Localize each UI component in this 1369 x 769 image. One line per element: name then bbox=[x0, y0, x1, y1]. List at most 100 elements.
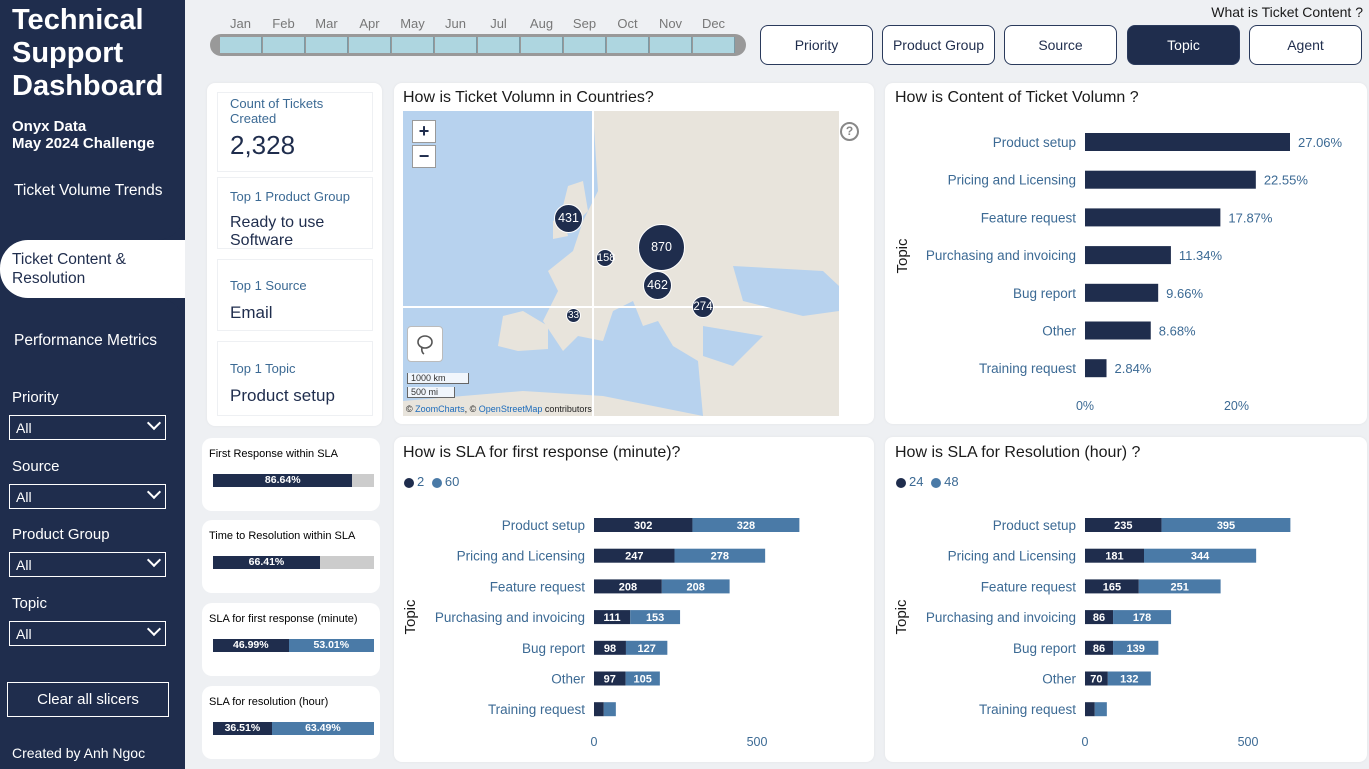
sla-bar-segment: 66.41% bbox=[213, 556, 320, 569]
kpi-label: Count of Tickets Created bbox=[230, 96, 324, 126]
month-cell[interactable] bbox=[435, 37, 477, 53]
priority-slicer[interactable]: All bbox=[9, 415, 166, 440]
attribution-text: , © bbox=[464, 404, 479, 414]
clear-slicers-button[interactable]: Clear all slicers bbox=[7, 682, 169, 717]
month-label[interactable]: Dec bbox=[692, 16, 735, 31]
source-slicer[interactable]: All bbox=[9, 484, 166, 509]
month-label[interactable]: May bbox=[391, 16, 434, 31]
month-label[interactable]: Aug bbox=[520, 16, 563, 31]
month-cell[interactable] bbox=[478, 37, 520, 53]
month-label[interactable]: Nov bbox=[649, 16, 692, 31]
month-cell[interactable] bbox=[349, 37, 391, 53]
nav-ticket-content-resolution[interactable]: Ticket Content & Resolution bbox=[0, 240, 185, 298]
month-cell[interactable] bbox=[650, 37, 692, 53]
sla-card-resolution-hour: SLA for resolution (hour) 36.51% 63.49% bbox=[202, 686, 380, 759]
sla-card-label: SLA for first response (minute) bbox=[209, 613, 358, 625]
zoom-in-button[interactable]: + bbox=[412, 120, 436, 143]
chevron-down-icon bbox=[146, 621, 162, 637]
month-cell[interactable] bbox=[220, 37, 262, 53]
bar-segment bbox=[1094, 702, 1107, 717]
tab-source[interactable]: Source bbox=[1004, 25, 1117, 65]
lasso-select-button[interactable] bbox=[407, 326, 443, 362]
month-label[interactable]: Jan bbox=[219, 16, 262, 31]
map-bubble[interactable]: 870 bbox=[638, 224, 685, 271]
bar-segment bbox=[603, 702, 616, 717]
month-label[interactable]: Sep bbox=[563, 16, 606, 31]
data-label: 17.87% bbox=[1228, 210, 1273, 225]
data-label: 86 bbox=[1093, 612, 1105, 624]
map-bubble[interactable]: 431 bbox=[554, 204, 583, 233]
data-label: 11.34% bbox=[1179, 248, 1223, 263]
openstreetmap-link[interactable]: OpenStreetMap bbox=[479, 404, 543, 414]
tab-topic[interactable]: Topic bbox=[1127, 25, 1240, 65]
month-cell[interactable] bbox=[306, 37, 348, 53]
month-label[interactable]: Mar bbox=[305, 16, 348, 31]
data-label: 153 bbox=[646, 612, 664, 624]
category-label: Bug report bbox=[1013, 641, 1076, 656]
data-label: 395 bbox=[1217, 520, 1235, 532]
month-cell[interactable] bbox=[607, 37, 649, 53]
month-label[interactable]: Jul bbox=[477, 16, 520, 31]
sla-bar-segment: 46.99% bbox=[213, 639, 289, 652]
data-label: 251 bbox=[1171, 581, 1189, 593]
data-label: 97 bbox=[604, 674, 616, 686]
nav-label: Ticket Content & Resolution bbox=[12, 251, 127, 287]
nav-label: Performance Metrics bbox=[14, 332, 157, 349]
map-bubble[interactable]: 33 bbox=[566, 308, 581, 323]
sla-card-resolution: Time to Resolution within SLA 66.41% bbox=[202, 520, 380, 593]
month-cell[interactable] bbox=[392, 37, 434, 53]
month-cell[interactable] bbox=[693, 37, 735, 53]
category-label: Purchasing and invoicing bbox=[926, 248, 1076, 263]
zoomcharts-link[interactable]: ZoomCharts bbox=[415, 404, 465, 414]
month-label[interactable]: Feb bbox=[262, 16, 305, 31]
month-cell[interactable] bbox=[564, 37, 606, 53]
credit-text: Created by Anh Ngoc bbox=[12, 745, 146, 761]
tab-product-group[interactable]: Product Group bbox=[882, 25, 995, 65]
kpi-value: Email bbox=[230, 303, 273, 322]
month-cell[interactable] bbox=[521, 37, 563, 53]
data-label: 344 bbox=[1191, 551, 1210, 563]
legend-label: 48 bbox=[944, 474, 959, 489]
slicer-value: All bbox=[16, 420, 32, 436]
category-label: Other bbox=[551, 672, 585, 687]
tab-priority[interactable]: Priority bbox=[760, 25, 873, 65]
product-group-slicer-label: Product Group bbox=[12, 526, 110, 543]
zoom-out-button[interactable]: − bbox=[412, 145, 436, 168]
sla-bar-segment: 36.51% bbox=[213, 722, 272, 735]
product-group-slicer[interactable]: All bbox=[9, 552, 166, 577]
sla-bar-segment: 86.64% bbox=[213, 474, 353, 487]
month-label[interactable]: Jun bbox=[434, 16, 477, 31]
data-label: 181 bbox=[1105, 551, 1123, 563]
map-title: How is Ticket Volumn in Countries? bbox=[403, 89, 654, 106]
x-tick-label: 20% bbox=[1224, 399, 1249, 413]
title-line: Technical bbox=[12, 4, 144, 36]
month-label[interactable]: Apr bbox=[348, 16, 391, 31]
sla-card-label: Time to Resolution within SLA bbox=[209, 530, 356, 542]
map-bubble[interactable]: 274 bbox=[692, 296, 714, 318]
europe-map[interactable] bbox=[403, 111, 839, 416]
category-label: Other bbox=[1042, 672, 1076, 687]
bar bbox=[1085, 133, 1290, 151]
category-label: Feature request bbox=[490, 579, 586, 594]
subtitle-line: May 2024 Challenge bbox=[12, 135, 155, 152]
sla-bar: 46.99% 53.01% bbox=[213, 639, 374, 652]
nav-ticket-volume-trends[interactable]: Ticket Volume Trends bbox=[0, 170, 185, 240]
category-label: Feature request bbox=[981, 210, 1077, 225]
data-label: 302 bbox=[634, 520, 652, 532]
month-cell[interactable] bbox=[263, 37, 305, 53]
map-scale-km: 1000 km bbox=[407, 373, 469, 384]
map-bubble[interactable]: 158 bbox=[596, 249, 615, 267]
help-icon[interactable]: ? bbox=[840, 122, 859, 141]
page-question: What is Ticket Content ? bbox=[1211, 4, 1363, 20]
tab-agent[interactable]: Agent bbox=[1249, 25, 1362, 65]
kpi-value: Product setup bbox=[230, 386, 335, 405]
y-axis-label: Topic bbox=[894, 238, 911, 274]
bar-segment bbox=[1085, 702, 1095, 717]
data-label: 235 bbox=[1114, 520, 1132, 532]
nav-performance-metrics[interactable]: Performance Metrics bbox=[0, 298, 185, 368]
nav-label: Ticket Volume Trends bbox=[14, 182, 163, 199]
legend-label: 24 bbox=[909, 474, 924, 489]
month-label[interactable]: Oct bbox=[606, 16, 649, 31]
topic-slicer[interactable]: All bbox=[9, 621, 166, 646]
map-bubble[interactable]: 462 bbox=[643, 271, 672, 300]
